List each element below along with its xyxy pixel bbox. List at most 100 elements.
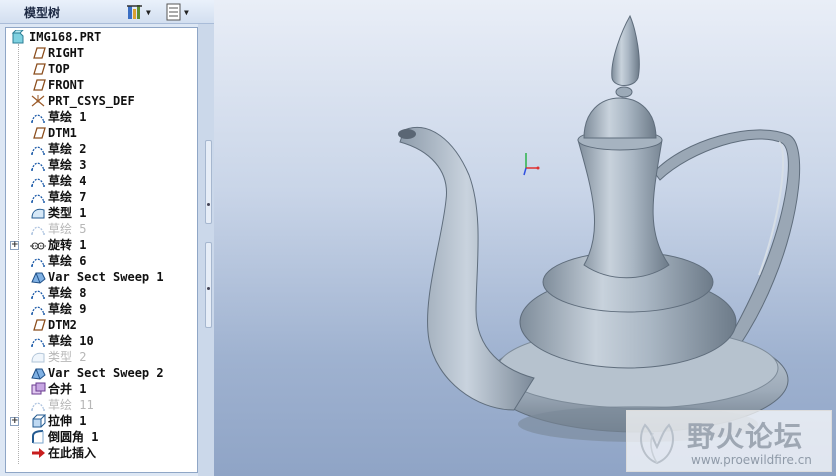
datum-plane-icon: [33, 63, 46, 75]
tree-item-label: 拉伸 1: [48, 414, 87, 428]
sketch-icon: [31, 306, 45, 315]
tree-item[interactable]: 草绘 1: [6, 109, 196, 125]
datum-plane-icon: [33, 79, 46, 91]
tree-item-label: RIGHT: [48, 46, 85, 60]
tree-item[interactable]: Var Sect Sweep 1: [6, 269, 196, 285]
tree-item-label: 类型 2: [48, 350, 87, 364]
tree-item-label: 草绘 8: [48, 286, 87, 300]
csys-icon: [31, 95, 45, 107]
datum-plane-icon: [33, 319, 46, 331]
teapot-model: [398, 14, 801, 442]
tree-item-label: 草绘 7: [48, 190, 87, 204]
tree-item-label: PRT_CSYS_DEF: [48, 94, 135, 108]
tree-item-label: DTM1: [48, 126, 77, 140]
teapot-lid: [583, 97, 657, 139]
model-tree-header: 模型树 ▼ ▼: [0, 0, 214, 24]
sweep-icon: [31, 272, 46, 284]
sweep-icon: [31, 368, 46, 380]
model-tree: IMG168.PRT RIGHT TOP FRONT PRT_CSYS_DEF 草绘 1…: [5, 27, 198, 473]
expand-icon[interactable]: +: [10, 417, 19, 426]
tree-item-label: 草绘 5: [48, 222, 87, 236]
chevron-down-icon: ▼: [146, 7, 151, 17]
tree-item-label: Var Sect Sweep 1: [48, 270, 164, 284]
datum-plane-icon: [33, 47, 46, 59]
sketch-icon: [31, 114, 45, 123]
tree-item[interactable]: 合并 1: [6, 381, 196, 397]
panel-title: 模型树: [24, 6, 61, 20]
tree-item-label: FRONT: [48, 78, 85, 92]
tree-item-label: 合并 1: [48, 382, 87, 396]
tree-item[interactable]: 草绘 4: [6, 173, 196, 189]
tree-item-label: DTM2: [48, 318, 77, 332]
tree-item-label: 草绘 1: [48, 110, 87, 124]
coordinate-triad-icon: [523, 153, 540, 176]
tree-show-icon: [166, 3, 181, 21]
tree-item-label: 旋转 1: [48, 238, 87, 252]
tree-settings-icon: [127, 5, 142, 19]
part-icon: [11, 30, 24, 44]
model-tree-panel: 模型树 ▼ ▼ IMG168.PRT RIGHT TOP FRONT PRT_C…: [0, 0, 214, 476]
watermark: 野火论坛 www.proewildfire.cn: [626, 410, 832, 472]
surface-icon: [31, 208, 45, 219]
tree-item-label: 草绘 6: [48, 254, 87, 268]
tree-item-label: 草绘 3: [48, 158, 87, 172]
watermark-text: 野火论坛: [687, 420, 804, 453]
tree-item[interactable]: RIGHT: [6, 45, 196, 61]
tree-item[interactable]: 在此插入: [6, 445, 196, 461]
insert-here-arrow-icon: [32, 448, 45, 458]
tree-item[interactable]: 草绘 8: [6, 285, 196, 301]
tree-item[interactable]: TOP: [6, 61, 196, 77]
revolve-icon: [30, 242, 46, 250]
tree-root-label: IMG168.PRT: [29, 30, 102, 44]
tree-item[interactable]: FRONT: [6, 77, 196, 93]
chevron-down-icon: ▼: [184, 7, 189, 17]
tree-item-label: 草绘 10: [48, 334, 94, 348]
tree-item-label: Var Sect Sweep 2: [48, 366, 164, 380]
sketch-icon: [31, 146, 45, 155]
watermark-url: www.proewildfire.cn: [691, 453, 812, 467]
tree-item[interactable]: DTM1: [6, 125, 196, 141]
surface-icon: [31, 352, 45, 363]
tree-item-label: 倒圆角 1: [48, 430, 99, 444]
tree-item[interactable]: 草绘 2: [6, 141, 196, 157]
tree-item[interactable]: 草绘 11: [6, 397, 196, 413]
sketch-icon: [31, 338, 45, 347]
round-icon: [32, 430, 44, 444]
tree-item[interactable]: PRT_CSYS_DEF: [6, 93, 196, 109]
graphics-viewport[interactable]: 野火论坛 www.proewildfire.cn: [214, 0, 836, 476]
splitter-grip-top[interactable]: [205, 140, 212, 224]
tree-item[interactable]: 草绘 6: [6, 253, 196, 269]
sketch-icon: [31, 162, 45, 171]
expand-icon[interactable]: +: [10, 241, 19, 250]
splitter-grip-bottom[interactable]: [205, 242, 212, 328]
tree-item[interactable]: 草绘 7: [6, 189, 196, 205]
panel-splitter[interactable]: [198, 24, 214, 476]
watermark-logo-icon: [640, 423, 674, 465]
tree-item[interactable]: + 旋转 1: [6, 237, 196, 253]
tree-item[interactable]: 草绘 5: [6, 221, 196, 237]
tree-item[interactable]: 倒圆角 1: [6, 429, 196, 445]
tree-item-label: 草绘 2: [48, 142, 87, 156]
sketch-icon: [31, 226, 45, 235]
grip-dot-icon: [207, 203, 210, 206]
datum-plane-icon: [33, 127, 46, 139]
tree-root-item[interactable]: IMG168.PRT: [6, 29, 196, 45]
tree-item[interactable]: 类型 1: [6, 205, 196, 221]
tree-item[interactable]: 类型 2: [6, 349, 196, 365]
tree-item[interactable]: 草绘 9: [6, 301, 196, 317]
tree-show-button[interactable]: ▼: [166, 2, 189, 22]
tree-item-label: 类型 1: [48, 206, 87, 220]
sketch-icon: [31, 178, 45, 187]
merge-icon: [31, 382, 46, 395]
tree-item-label: 草绘 4: [48, 174, 87, 188]
tree-item[interactable]: Var Sect Sweep 2: [6, 365, 196, 381]
tree-item[interactable]: + 拉伸 1: [6, 413, 196, 429]
tree-item[interactable]: 草绘 10: [6, 333, 196, 349]
tree-item-label: TOP: [48, 62, 70, 76]
tree-settings-button[interactable]: ▼: [126, 2, 151, 22]
grip-dot-icon: [207, 287, 210, 290]
tree-item[interactable]: 草绘 3: [6, 157, 196, 173]
sketch-icon: [31, 402, 45, 411]
extrude-icon: [32, 414, 46, 428]
tree-item[interactable]: DTM2: [6, 317, 196, 333]
